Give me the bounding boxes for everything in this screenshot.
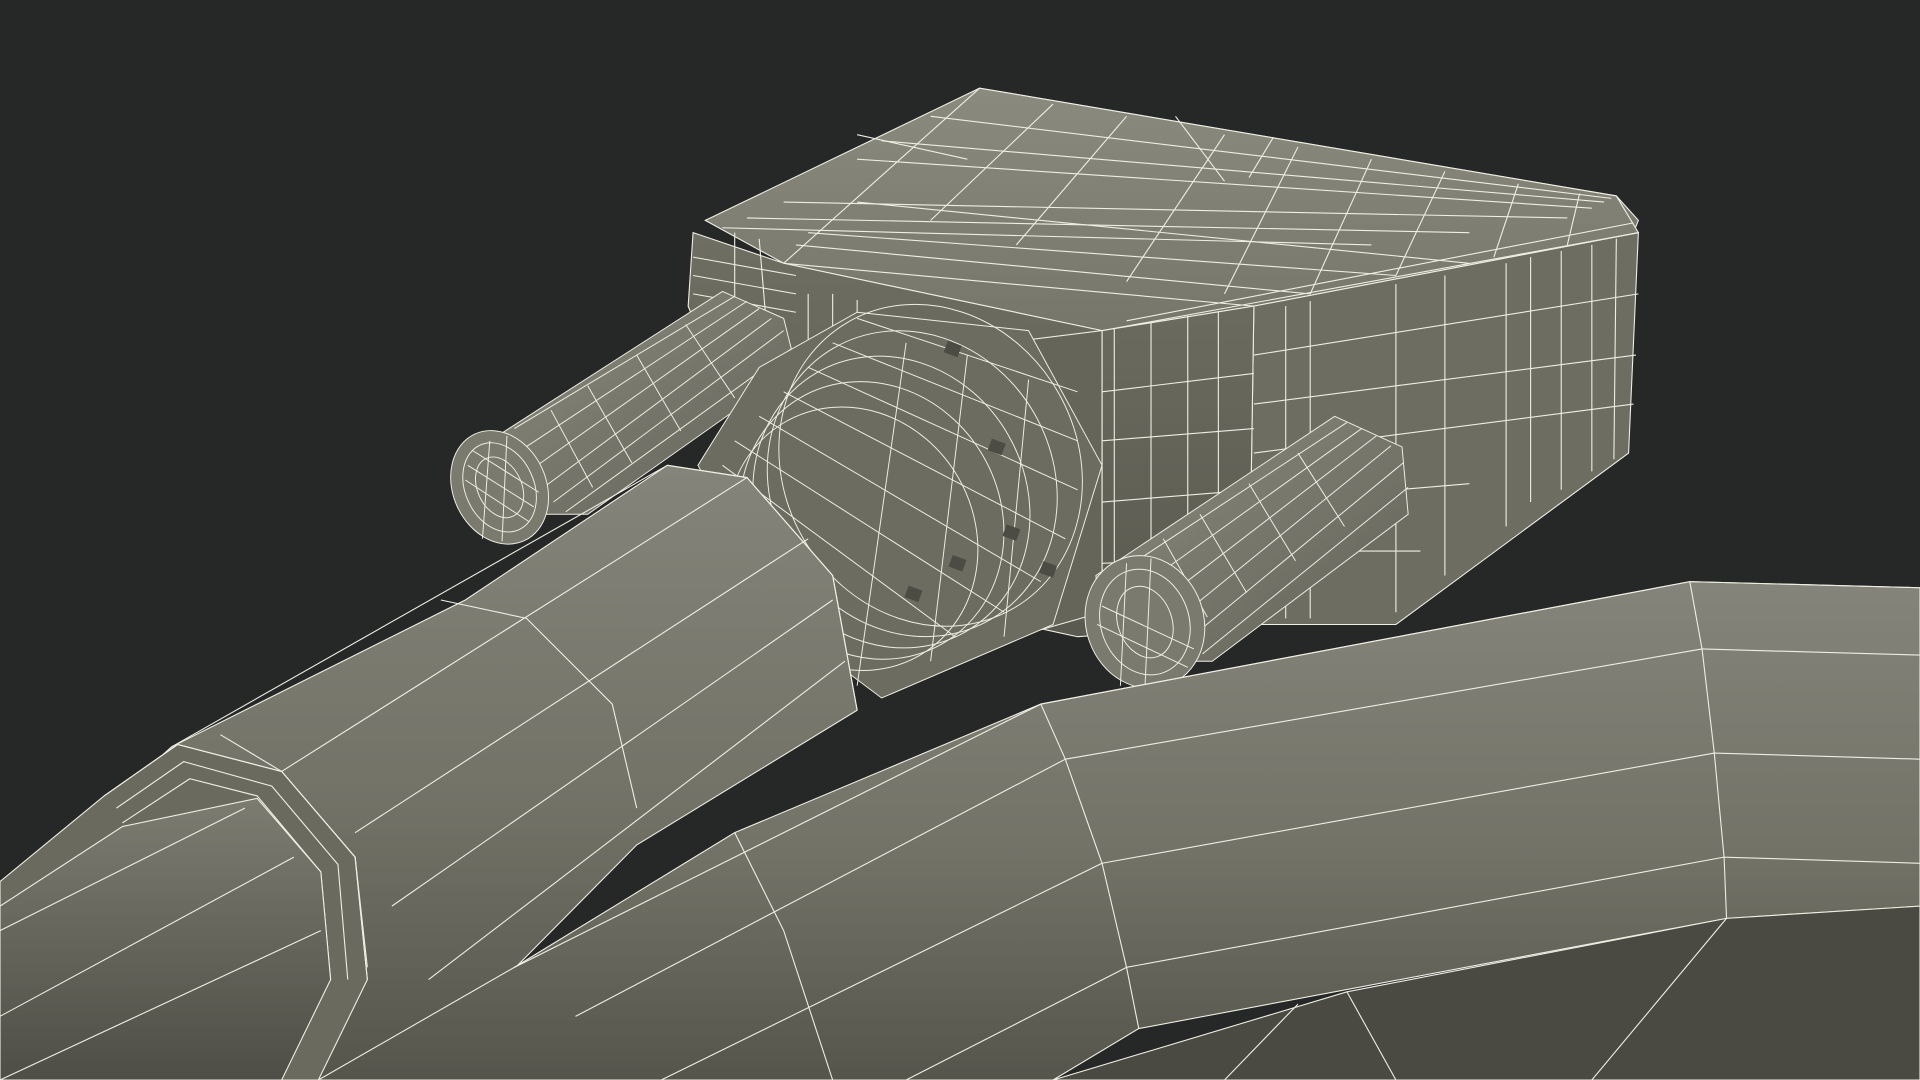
wireframe-render xyxy=(0,0,1920,1080)
render-viewport xyxy=(0,0,1920,1080)
